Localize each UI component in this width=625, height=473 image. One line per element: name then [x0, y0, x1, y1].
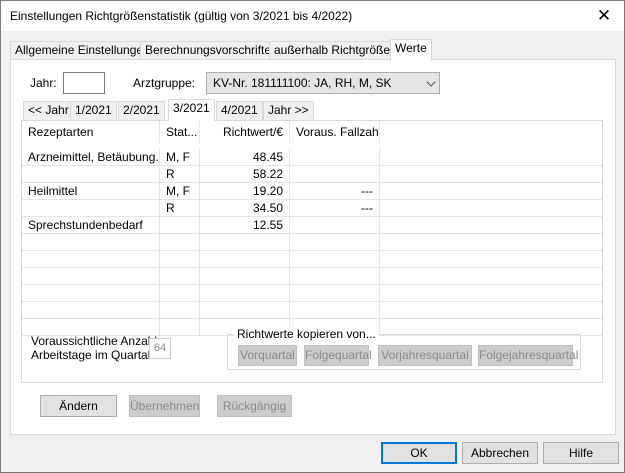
rueckgaengig-button[interactable]: Rückgängig	[217, 395, 292, 417]
jahr-input[interactable]	[63, 72, 105, 94]
cell-rezeptart: Sprechstundenbedarf	[22, 217, 160, 234]
empty-row	[22, 285, 602, 302]
tab-berechnungsvorschriften[interactable]: Berechnungsvorschriften	[140, 41, 283, 60]
cell-filler	[380, 149, 602, 166]
cell-filler	[380, 166, 602, 183]
tab-werte[interactable]: Werte	[390, 39, 432, 61]
cell-rezeptart	[22, 200, 160, 217]
cell-fallzahl: ---	[290, 200, 380, 217]
quarter-tab-1-2021[interactable]: 1/2021	[70, 101, 117, 120]
quarter-tab-4-2021[interactable]: 4/2021	[216, 101, 263, 120]
arztgruppe-label: Arztgruppe:	[133, 76, 196, 90]
arbeitstage-label-line2: Arbeitstage im Quartal:	[31, 348, 154, 362]
cell-status: R	[160, 166, 200, 183]
empty-row	[22, 251, 602, 268]
dialog-footer: OK Abbrechen Hilfe	[1, 435, 624, 472]
cell-status: R	[160, 200, 200, 217]
werte-panel: Jahr: Arztgruppe: KV-Nr. 181111100: JA, …	[10, 59, 616, 435]
cell-richtwert: 48.45	[200, 149, 290, 166]
cell-rezeptart	[22, 166, 160, 183]
arztgruppe-value: KV-Nr. 181111100: JA, RH, M, SK	[213, 76, 392, 90]
hilfe-button[interactable]: Hilfe	[543, 442, 619, 464]
jahr-label: Jahr:	[30, 76, 57, 90]
vorjahresquartal-button[interactable]: Vorjahresquartal	[378, 345, 472, 366]
aendern-button[interactable]: Ändern	[40, 395, 117, 417]
empty-row	[22, 234, 602, 251]
quarter-tab-next-year[interactable]: Jahr >>	[263, 101, 314, 120]
folgequartal-button[interactable]: Folgequartal	[304, 345, 372, 366]
cell-fallzahl	[290, 166, 380, 183]
arbeitstage-label-line1: Voraussichtliche Anzahl	[31, 334, 158, 348]
cell-filler	[380, 183, 602, 200]
table-row[interactable]: R 58.22	[22, 166, 602, 183]
uebernehmen-button[interactable]: Übernehmen	[129, 395, 200, 417]
title-bar: Einstellungen Richtgrößenstatistik (gült…	[1, 1, 624, 31]
column-header-status[interactable]: Stat...	[160, 121, 200, 143]
close-icon: ✕	[596, 6, 612, 25]
table-row[interactable]: Sprechstundenbedarf 12.55	[22, 217, 602, 234]
table-row[interactable]: R 34.50 ---	[22, 200, 602, 217]
table-row[interactable]: Heilmittel M, F 19.20 ---	[22, 183, 602, 200]
column-header-fallzahl[interactable]: Voraus. Fallzahl	[290, 121, 380, 143]
settings-dialog: Einstellungen Richtgrößenstatistik (gült…	[0, 0, 625, 473]
cell-richtwert: 34.50	[200, 200, 290, 217]
table-row[interactable]: Arzneimittel, Betäubung... M, F 48.45	[22, 149, 602, 166]
ok-button[interactable]: OK	[381, 442, 457, 464]
cell-status: M, F	[160, 149, 200, 166]
cell-richtwert: 19.20	[200, 183, 290, 200]
tab-allgemeine-einstellungen[interactable]: Allgemeine Einstellungen	[10, 41, 155, 60]
cell-filler	[380, 217, 602, 234]
close-button[interactable]: ✕	[584, 1, 624, 31]
kopieren-title: Richtwerte kopieren von...	[234, 327, 379, 341]
empty-row	[22, 268, 602, 285]
cell-fallzahl	[290, 149, 380, 166]
window-title: Einstellungen Richtgrößenstatistik (gült…	[10, 9, 353, 23]
cell-fallzahl: ---	[290, 183, 380, 200]
grid-header: Rezeptarten Stat... Richtwert/€ Voraus. …	[22, 121, 602, 143]
cell-richtwert: 12.55	[200, 217, 290, 234]
quarter-tab-3-2021[interactable]: 3/2021	[168, 99, 215, 121]
cell-status	[160, 217, 200, 234]
tab-ausserhalb-richtgroessen[interactable]: außerhalb Richtgrößen	[269, 41, 402, 60]
quarter-tab-2-2021[interactable]: 2/2021	[118, 101, 165, 120]
column-header-richtwert[interactable]: Richtwert/€	[200, 121, 290, 143]
cell-status: M, F	[160, 183, 200, 200]
quarter-tab-prev-year[interactable]: << Jahr	[23, 101, 74, 120]
cell-rezeptart: Arzneimittel, Betäubung...	[22, 149, 160, 166]
abbrechen-button[interactable]: Abbrechen	[462, 442, 538, 464]
cell-fallzahl	[290, 217, 380, 234]
folgejahresquartal-button[interactable]: Folgejahresquartal	[478, 345, 578, 366]
cell-rezeptart: Heilmittel	[22, 183, 160, 200]
empty-row	[22, 302, 602, 319]
cell-filler	[380, 200, 602, 217]
arbeitstage-input[interactable]: 64	[149, 338, 171, 359]
column-header-rezeptarten[interactable]: Rezeptarten	[22, 121, 160, 143]
arztgruppe-select[interactable]: KV-Nr. 181111100: JA, RH, M, SK	[206, 72, 440, 94]
chevron-down-icon	[426, 77, 436, 87]
vorquartal-button[interactable]: Vorquartal	[238, 345, 297, 366]
cell-richtwert: 58.22	[200, 166, 290, 183]
